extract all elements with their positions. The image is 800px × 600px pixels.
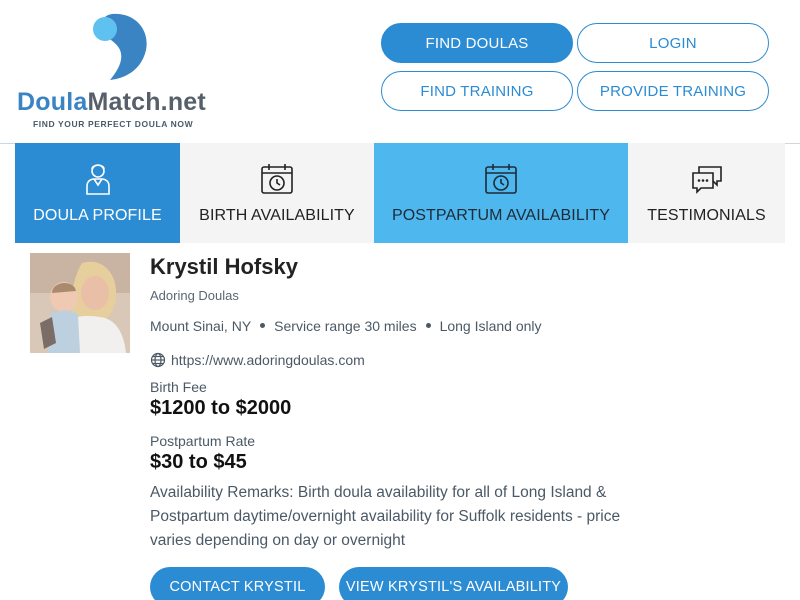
- doula-website-row: https://www.adoringdoulas.com: [150, 352, 365, 368]
- postpartum-rate-value: $30 to $45: [150, 451, 247, 473]
- calendar-clock-icon: [261, 164, 293, 194]
- site-logo[interactable]: DoulaMatch.net FIND YOUR PERFECT DOULA N…: [14, 10, 224, 135]
- site-header: DoulaMatch.net FIND YOUR PERFECT DOULA N…: [0, 0, 800, 144]
- logo-tagline: FIND YOUR PERFECT DOULA NOW: [33, 119, 194, 129]
- postpartum-rate-label: Postpartum Rate: [150, 433, 256, 449]
- tab-testimonials[interactable]: TESTIMONIALS: [628, 143, 785, 243]
- separator-dot: [425, 322, 431, 328]
- tab-doula-profile[interactable]: DOULA PROFILE: [15, 143, 180, 243]
- view-availability-button[interactable]: VIEW KRYSTIL'S AVAILABILITY: [339, 567, 568, 600]
- find-training-button[interactable]: FIND TRAINING: [381, 71, 573, 111]
- chat-bubbles-icon: [691, 166, 722, 194]
- contact-doula-button[interactable]: CONTACT KRYSTIL: [150, 567, 325, 600]
- doula-photo: [30, 253, 130, 353]
- provide-training-button[interactable]: PROVIDE TRAINING: [577, 71, 769, 111]
- login-button[interactable]: LOGIN: [577, 23, 769, 63]
- separator-dot: [260, 322, 266, 328]
- tab-postpartum-availability[interactable]: POSTPARTUM AVAILABILITY: [374, 143, 628, 243]
- availability-remarks: Availability Remarks: Birth doula availa…: [150, 484, 621, 549]
- birth-fee-value: $1200 to $2000: [150, 397, 292, 419]
- service-area: Long Island only: [439, 318, 542, 334]
- calendar-clock-icon: [485, 164, 517, 194]
- service-range: Service range 30 miles: [274, 318, 417, 334]
- logo-wordmark: DoulaMatch.net: [17, 88, 206, 117]
- tab-label: TESTIMONIALS: [647, 207, 766, 224]
- doula-person-icon: [85, 164, 110, 195]
- profile-tabs: DOULA PROFILE BIRTH AVAILABILITY POSTPAR…: [15, 143, 785, 243]
- logo-name-part1: Doula: [17, 88, 88, 116]
- doula-website-link[interactable]: https://www.adoringdoulas.com: [171, 352, 365, 368]
- birth-fee-label: Birth Fee: [150, 379, 207, 395]
- tab-label: POSTPARTUM AVAILABILITY: [391, 207, 611, 224]
- tab-label: DOULA PROFILE: [33, 207, 162, 224]
- doula-location-line: Mount Sinai, NY Service range 30 miles L…: [150, 318, 542, 334]
- doula-name: Krystil Hofsky: [150, 254, 298, 279]
- globe-icon: [150, 352, 166, 368]
- tab-label: BIRTH AVAILABILITY: [199, 207, 355, 224]
- doula-photo-image: [30, 253, 130, 353]
- doula-location: Mount Sinai, NY: [150, 318, 252, 334]
- doula-agency: Adoring Doulas: [150, 288, 239, 303]
- logo-mark-icon: [93, 13, 147, 80]
- tab-birth-availability[interactable]: BIRTH AVAILABILITY: [180, 143, 374, 243]
- find-doulas-button[interactable]: FIND DOULAS: [381, 23, 573, 63]
- logo-name-part2: Match.net: [87, 88, 206, 116]
